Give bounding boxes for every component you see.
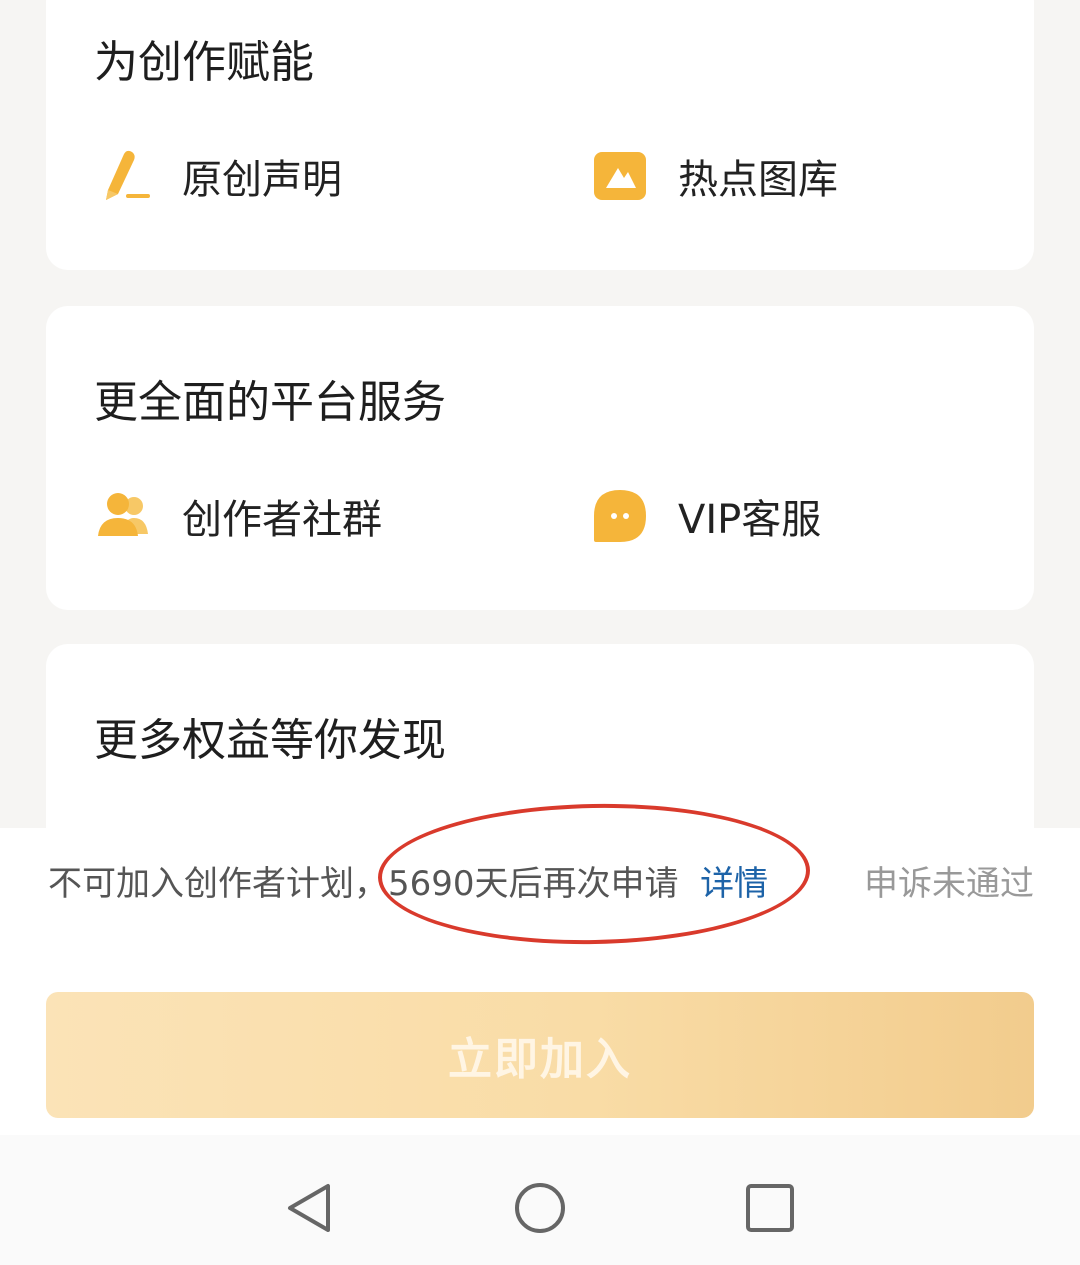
appeal-status: 申诉未通过 (856, 858, 1034, 910)
section-title: 更全面的平台服务 (94, 377, 446, 428)
section-card-platform-services: 更全面的平台服务 创作者社群 VIP客服 (46, 306, 1034, 610)
feature-creator-community[interactable]: 创作者社群 (94, 486, 382, 546)
status-prefix: 不可加入创作者计划， (48, 864, 388, 904)
users-icon (94, 486, 154, 546)
feature-label: 创作者社群 (182, 497, 382, 543)
section-title: 为创作赋能 (94, 37, 314, 88)
recents-icon[interactable] (742, 1180, 798, 1236)
feature-label: VIP客服 (678, 497, 822, 543)
feature-label: 热点图库 (678, 157, 838, 203)
feature-label: 原创声明 (182, 157, 342, 203)
image-gallery-icon (590, 146, 650, 206)
chat-bubble-icon (590, 486, 650, 546)
join-now-button[interactable]: 立即加入 (46, 992, 1034, 1118)
feature-vip-service[interactable]: VIP客服 (590, 486, 821, 546)
section-title: 更多权益等你发现 (94, 715, 446, 766)
back-icon[interactable] (282, 1180, 338, 1236)
feature-hot-gallery[interactable]: 热点图库 (590, 146, 838, 206)
system-nav-bar (0, 1135, 1080, 1265)
feature-original-statement[interactable]: 原创声明 (94, 146, 342, 206)
pen-icon (94, 146, 154, 206)
section-card-creation: 为创作赋能 原创声明 热点图库 (46, 0, 1034, 270)
home-icon[interactable] (512, 1180, 568, 1236)
